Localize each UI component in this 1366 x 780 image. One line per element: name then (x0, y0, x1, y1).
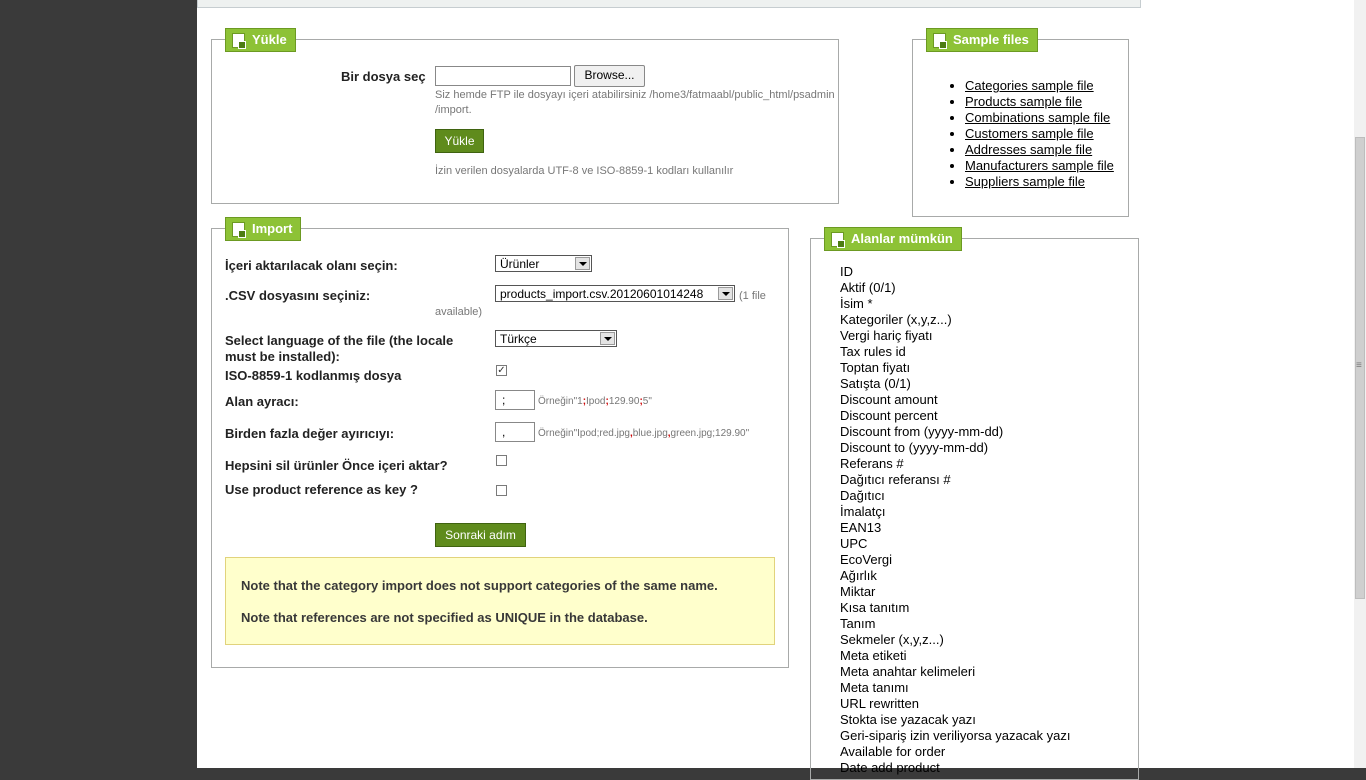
field-separator-example: Örneğin"1;Ipod;129.90;5" (538, 396, 652, 407)
csv-label: .CSV dosyasını seçiniz: (225, 288, 371, 303)
list-item: Kategoriler (x,y,z...) (840, 312, 952, 327)
field-separator-input[interactable]: ; (495, 390, 535, 410)
list-item: EAN13 (840, 520, 882, 535)
list-item: Customers sample file (965, 126, 1114, 142)
upload-icon (232, 33, 246, 49)
list-item: Ağırlık (840, 568, 877, 583)
chevron-down-icon (600, 332, 615, 345)
list-item: Satışta (0/1) (840, 376, 911, 391)
encoding-hint: İzin verilen dosyalarda UTF-8 ve ISO-885… (435, 165, 734, 177)
list-item: URL rewritten (840, 696, 919, 711)
list-item: Stokta ise yazacak yazı (840, 712, 976, 727)
list-item: Available for order (840, 744, 946, 759)
available-fields-list: ID Aktif (0/1) İsim * Kategoriler (x,y,z… (840, 264, 1070, 776)
reference-key-checkbox[interactable] (496, 485, 507, 496)
upload-fieldset: Yükle Bir dosya seç Browse... Siz hemde … (211, 28, 839, 204)
category-name-note: Note that the category import does not s… (241, 578, 718, 593)
upload-button[interactable]: Yükle (435, 129, 484, 153)
top-panel-edge (197, 0, 1141, 8)
entity-select[interactable]: Ürünler (495, 255, 592, 272)
list-item: İsim * (840, 296, 873, 311)
available-fields-legend: Alanlar mümkün (824, 227, 962, 251)
list-item: Discount to (yyyy-mm-dd) (840, 440, 989, 455)
upload-legend: Yükle (225, 28, 296, 52)
scrollbar-thumb[interactable] (1355, 137, 1365, 599)
list-item: Sekmeler (x,y,z...) (840, 632, 944, 647)
list-item: Addresses sample file (965, 142, 1114, 158)
import-icon (232, 222, 246, 238)
list-item: İmalatçı (840, 504, 886, 519)
list-item: Tax rules id (840, 344, 906, 359)
import-fieldset: Import İçeri aktarılacak olanı seçin: Ür… (211, 217, 789, 668)
csv-count-available: available) (435, 306, 483, 318)
ftp-hint: Siz hemde FTP ile dosyayı içeri atabilir… (435, 89, 835, 116)
suppliers-sample-link[interactable]: Suppliers sample file (965, 174, 1085, 189)
list-item: Miktar (840, 584, 876, 599)
multi-value-separator-label: Birden fazla değer ayırıcıyı: (225, 426, 395, 441)
list-item: Referans # (840, 456, 904, 471)
categories-sample-link[interactable]: Categories sample file (965, 78, 1094, 93)
list-item: Tanım (840, 616, 876, 631)
sample-files-list: Categories sample file Products sample f… (965, 78, 1114, 190)
csv-select[interactable]: products_import.csv.20120601014248 (495, 285, 735, 302)
list-item: Toptan fiyatı (840, 360, 911, 375)
language-label: Select language of the file (the locale … (225, 333, 454, 364)
list-item: Dağıtıcı referansı # (840, 472, 951, 487)
list-item: Dağıtıcı (840, 488, 885, 503)
sample-files-legend: Sample files (926, 28, 1038, 52)
language-select[interactable]: Türkçe (495, 330, 617, 347)
list-item: Meta tanımı (840, 680, 909, 695)
reference-unique-note: Note that references are not specified a… (241, 610, 648, 625)
list-item: Date add product (840, 760, 940, 775)
choose-file-label: Bir dosya seç (341, 69, 426, 84)
list-item: Discount percent (840, 408, 938, 423)
import-legend: Import (225, 217, 302, 241)
customers-sample-link[interactable]: Customers sample file (965, 126, 1094, 141)
chevron-down-icon (575, 257, 590, 270)
combinations-sample-link[interactable]: Combinations sample file (965, 110, 1110, 125)
field-separator-label: Alan ayracı: (225, 394, 299, 409)
browse-button[interactable]: Browse... (574, 65, 645, 87)
manufacturers-sample-link[interactable]: Manufacturers sample file (965, 158, 1114, 173)
list-icon (831, 232, 845, 248)
list-item: Aktif (0/1) (840, 280, 896, 295)
list-item: Discount from (yyyy-mm-dd) (840, 424, 1004, 439)
list-item: Products sample file (965, 94, 1114, 110)
list-item: Geri-sipariş izin veriliyorsa yazacak ya… (840, 728, 1071, 743)
delete-before-import-label: Hepsini sil ürünler Önce içeri aktar? (225, 458, 448, 473)
sample-files-fieldset: Sample files Categories sample file Prod… (912, 28, 1129, 217)
delete-before-import-checkbox[interactable] (496, 455, 507, 466)
list-item: Meta etiketi (840, 648, 907, 663)
list-item: Manufacturers sample file (965, 158, 1114, 174)
csv-count: (1 file (739, 290, 766, 302)
next-step-button[interactable]: Sonraki adım (435, 523, 526, 547)
list-item: Combinations sample file (965, 110, 1114, 126)
file-path-input[interactable] (435, 66, 571, 86)
iso-encoding-checkbox[interactable]: ✓ (496, 365, 507, 376)
list-item: Discount amount (840, 392, 938, 407)
addresses-sample-link[interactable]: Addresses sample file (965, 142, 1092, 157)
list-item: Categories sample file (965, 78, 1114, 94)
multi-value-separator-example: Örneğin"Ipod;red.jpg,blue.jpg,green.jpg;… (538, 428, 750, 439)
list-item: Kısa tanıtım (840, 600, 910, 615)
list-item: Suppliers sample file (965, 174, 1114, 190)
multi-value-separator-input[interactable]: , (495, 422, 535, 442)
page-content: Yükle Bir dosya seç Browse... Siz hemde … (197, 0, 1354, 780)
reference-key-label: Use product reference as key ? (225, 482, 418, 497)
available-fields-fieldset: Alanlar mümkün ID Aktif (0/1) İsim * Kat… (810, 227, 1139, 780)
list-item: ID (840, 264, 853, 279)
products-sample-link[interactable]: Products sample file (965, 94, 1082, 109)
chevron-down-icon (718, 287, 733, 300)
spreadsheet-icon (933, 33, 947, 49)
vertical-scrollbar[interactable] (1354, 0, 1366, 768)
list-item: Vergi hariç fiyatı (840, 328, 933, 343)
import-notice: Note that the category import does not s… (225, 557, 775, 645)
entity-label: İçeri aktarılacak olanı seçin: (225, 258, 398, 273)
list-item: UPC (840, 536, 868, 551)
list-item: EcoVergi (840, 552, 893, 567)
iso-encoding-label: ISO-8859-1 kodlanmış dosya (225, 368, 402, 383)
list-item: Meta anahtar kelimeleri (840, 664, 976, 679)
